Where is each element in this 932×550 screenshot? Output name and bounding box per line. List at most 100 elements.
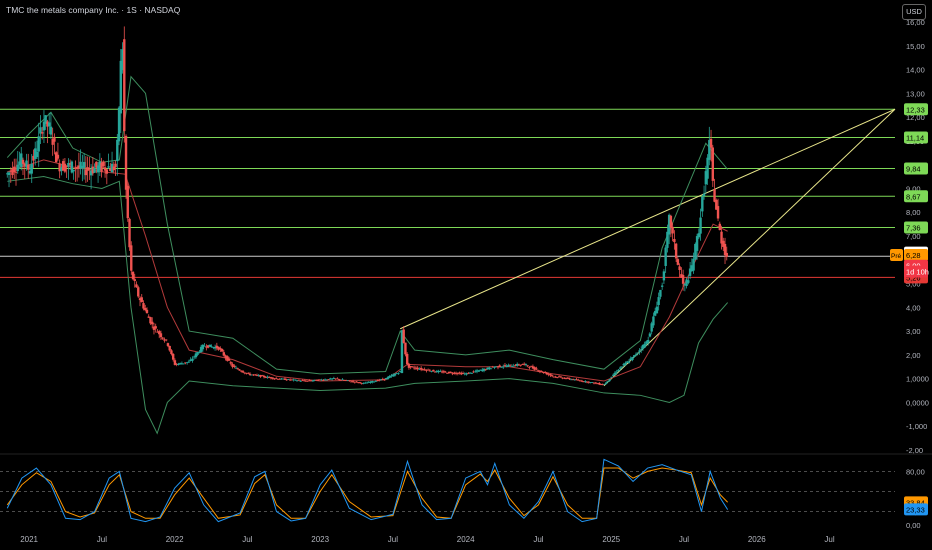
- candle-body: [669, 215, 673, 228]
- candle-body: [617, 369, 620, 372]
- candle-body: [21, 159, 25, 164]
- candle-body: [348, 380, 351, 382]
- candle-body: [124, 135, 128, 190]
- candle-body: [135, 284, 138, 288]
- candle-body: [337, 379, 341, 380]
- y-tick-label: 15,00: [906, 42, 925, 51]
- candle-body: [227, 358, 231, 361]
- level-badge-label: 9,84: [906, 164, 921, 173]
- level-badge-label: 8,67: [906, 192, 921, 201]
- candle-body: [594, 382, 597, 384]
- candle-body: [662, 271, 666, 281]
- x-tick-label: 2026: [748, 535, 766, 544]
- candle-body: [53, 136, 56, 142]
- oscillator-d-line: [6, 467, 728, 519]
- candle-body: [711, 147, 714, 181]
- level-badge-label: 7,36: [906, 223, 921, 232]
- x-tick-label: 2021: [20, 535, 38, 544]
- candle-body: [105, 169, 109, 174]
- y-tick-label: 3,00: [906, 327, 921, 336]
- y-tick-label: 8,00: [906, 208, 921, 217]
- candle-body: [674, 243, 678, 259]
- x-tick-label: Jul: [824, 535, 834, 544]
- candle-body: [655, 306, 659, 314]
- candle-body: [643, 343, 646, 348]
- y-tick-label: 4,00: [906, 303, 921, 312]
- candle-body: [528, 366, 531, 368]
- candle-body: [498, 365, 501, 368]
- candle-body: [673, 238, 676, 243]
- candle-body: [634, 354, 638, 356]
- y-tick-label: 2,00: [906, 351, 921, 360]
- candle-body: [702, 193, 706, 197]
- level-badge-label: 11,14: [906, 134, 924, 143]
- candle-body: [606, 380, 610, 382]
- candle-body: [220, 349, 224, 352]
- price-badge-label: 1d 10h: [906, 268, 929, 277]
- y-tick-label: -1,000: [906, 422, 927, 431]
- candle-body: [388, 376, 391, 378]
- candle-body: [7, 172, 11, 175]
- candle-body: [725, 252, 728, 257]
- candle-body: [489, 368, 493, 370]
- candle-body: [161, 337, 164, 339]
- candle-body: [271, 377, 274, 379]
- candle-body: [365, 382, 369, 384]
- x-tick-label: 2024: [457, 535, 475, 544]
- candle-body: [426, 369, 430, 371]
- candle-body: [123, 39, 126, 132]
- candle-body: [294, 379, 297, 381]
- candle-body: [116, 139, 119, 162]
- candle-body: [222, 352, 226, 356]
- candle-body: [203, 345, 206, 347]
- candle-body: [14, 171, 18, 173]
- y-tick-label: 16,00: [906, 18, 925, 27]
- price-chart: 2021 Jul 2022 Jul 2023 Jul 2024 Jul 2025 Jul 2026 J…: [0, 18, 932, 544]
- candle-body: [697, 233, 701, 238]
- candle-body: [397, 373, 400, 375]
- candle-body: [549, 374, 552, 376]
- candle-body: [86, 167, 89, 171]
- candle-body: [449, 372, 453, 373]
- candle-body: [503, 365, 507, 366]
- candle-body: [131, 271, 135, 280]
- candle-body: [671, 226, 674, 234]
- candle-body: [182, 363, 185, 365]
- candle-body: [358, 382, 362, 383]
- candle-body: [648, 333, 652, 337]
- candle-body: [706, 157, 709, 179]
- candle-body: [126, 185, 129, 219]
- candle-body: [262, 375, 266, 377]
- candle-body: [568, 378, 571, 380]
- candle-body: [130, 245, 133, 271]
- candle-body: [187, 361, 191, 363]
- candle-body: [718, 223, 721, 231]
- candle-body: [444, 371, 447, 373]
- level-badge-label: 12,33: [906, 105, 925, 114]
- candle-body: [405, 353, 409, 365]
- candle-body: [535, 368, 538, 370]
- candle-body: [133, 279, 136, 282]
- candle-body: [631, 356, 634, 361]
- candle-body: [404, 342, 407, 355]
- bollinger-lower: [7, 176, 729, 435]
- candle-body: [170, 350, 173, 355]
- candle-body: [664, 247, 667, 266]
- candle-body: [556, 377, 559, 379]
- candle-body: [154, 326, 157, 329]
- x-tick-label: Jul: [242, 535, 252, 544]
- candle-body: [13, 166, 16, 173]
- candle-body: [559, 376, 563, 378]
- x-tick-label: 2025: [602, 535, 620, 544]
- moving-average: [7, 159, 728, 382]
- candle-body: [151, 321, 154, 325]
- candle-body: [355, 381, 358, 383]
- candle-body: [619, 367, 622, 369]
- candle-body: [692, 258, 695, 271]
- oscillator-badge-label: 23,33: [906, 505, 925, 514]
- candle-body: [145, 309, 149, 314]
- candle-body: [624, 362, 627, 365]
- candle-body: [168, 345, 171, 351]
- candle-body: [524, 364, 528, 366]
- candle-body: [456, 373, 460, 374]
